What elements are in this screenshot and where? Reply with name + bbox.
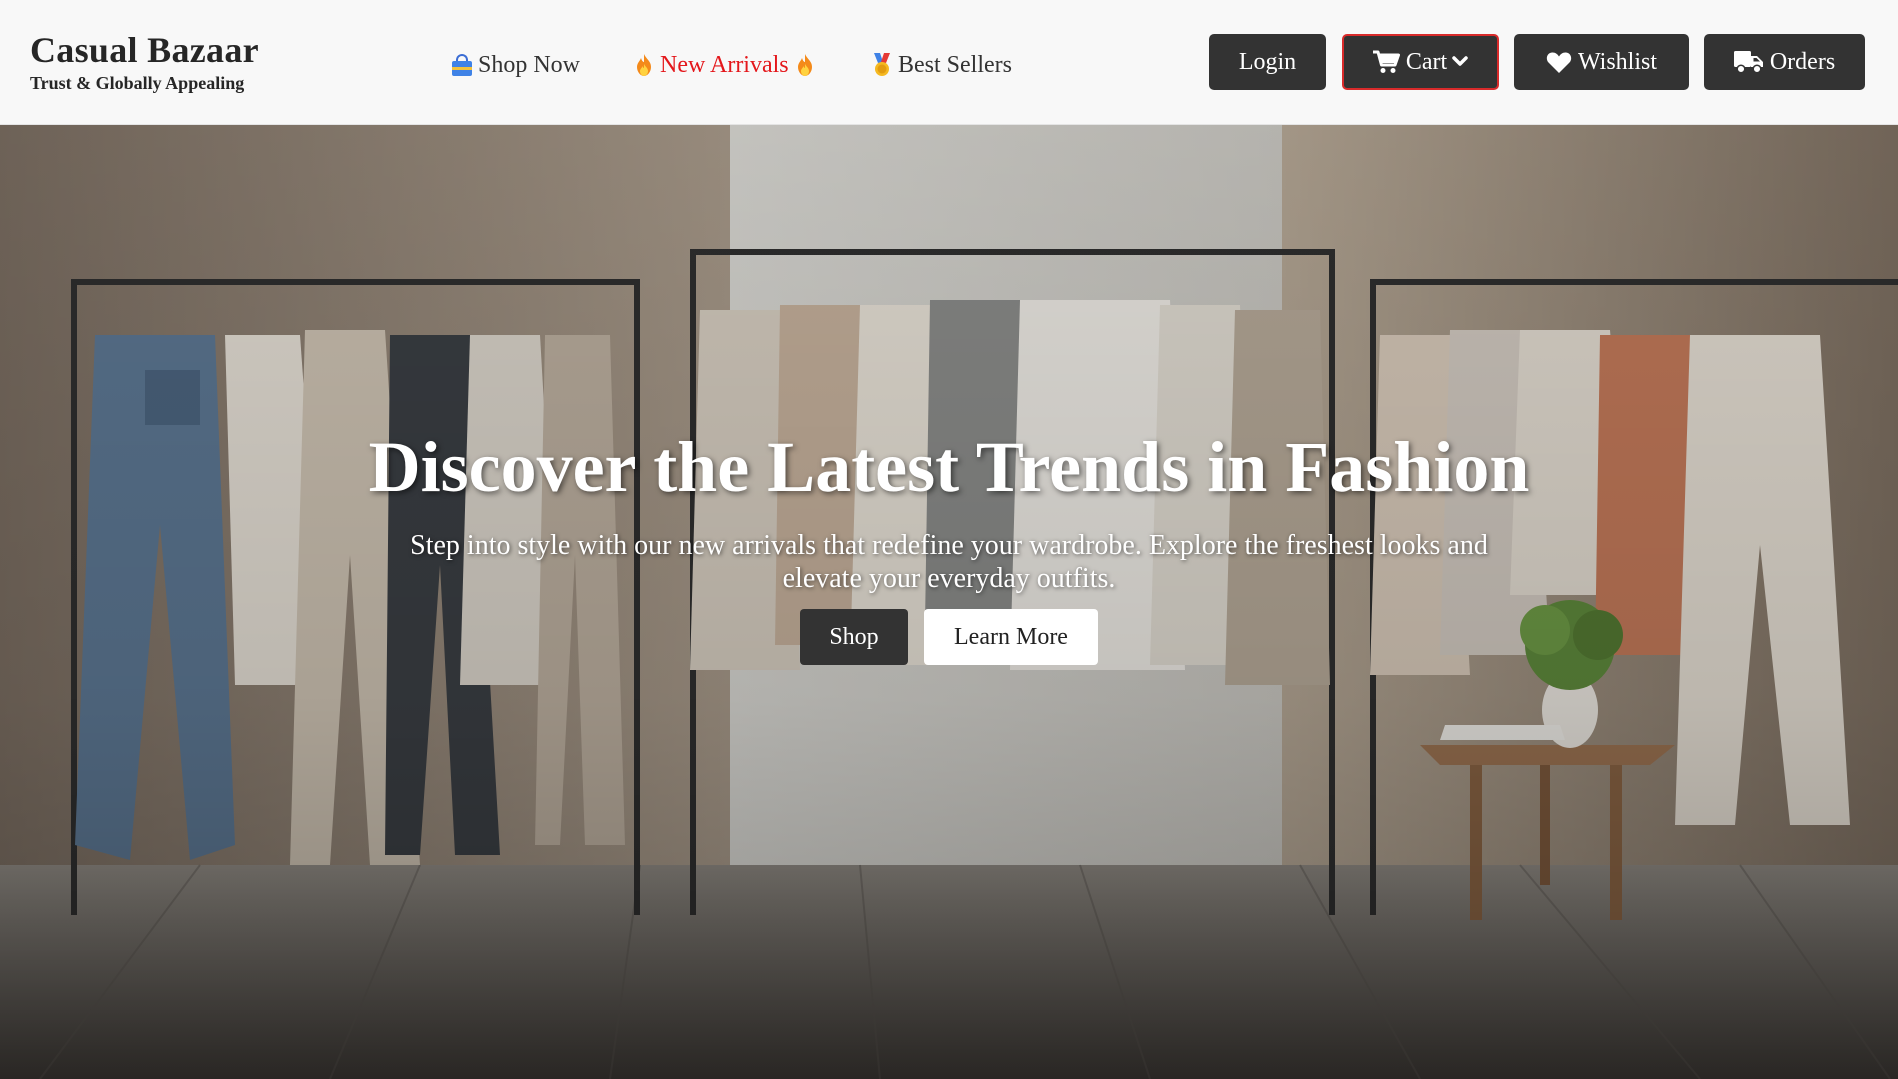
wishlist-button[interactable]: Wishlist [1514, 34, 1689, 90]
cart-label: Cart [1405, 48, 1448, 75]
hero-content: Discover the Latest Trends in Fashion St… [0, 425, 1898, 665]
page: Casual Bazaar Trust & Globally Appealing… [0, 0, 1898, 1079]
nav-new-arrivals-label: New Arrivals [660, 52, 789, 78]
orders-button[interactable]: Orders [1704, 34, 1865, 90]
fire-icon [793, 53, 817, 77]
shopping-bag-icon [450, 53, 474, 77]
cart-button[interactable]: Cart [1342, 34, 1499, 90]
fire-icon [632, 53, 656, 77]
hero-title: Discover the Latest Trends in Fashion [368, 427, 1530, 507]
truck-icon [1733, 50, 1764, 74]
heart-icon [1546, 51, 1572, 74]
shop-button[interactable]: Shop [800, 609, 908, 665]
nav-best-sellers-label: Best Sellers [898, 52, 1012, 78]
wishlist-label: Wishlist [1577, 48, 1658, 75]
login-button[interactable]: Login [1209, 34, 1326, 90]
nav-new-arrivals[interactable]: New Arrivals [632, 48, 817, 82]
login-label: Login [1238, 48, 1297, 75]
hero-banner: Discover the Latest Trends in Fashion St… [0, 125, 1898, 1079]
brand-name[interactable]: Casual Bazaar [30, 30, 259, 70]
learn-more-button[interactable]: Learn More [924, 609, 1098, 665]
hero-subtitle: Step into style with our new arrivals th… [410, 530, 1488, 594]
nav-shop-now[interactable]: Shop Now [450, 48, 580, 82]
cart-icon [1372, 50, 1400, 74]
chevron-down-icon [1452, 56, 1468, 68]
brand[interactable]: Casual Bazaar Trust & Globally Appealing [30, 30, 259, 94]
nav-best-sellers[interactable]: Best Sellers [870, 48, 1012, 82]
site-header: Casual Bazaar Trust & Globally Appealing… [0, 0, 1898, 125]
hero-actions: Shop Learn More [0, 609, 1898, 665]
medal-icon [870, 53, 894, 77]
orders-label: Orders [1769, 48, 1836, 75]
nav-shop-now-label: Shop Now [478, 52, 581, 78]
brand-tagline: Trust & Globally Appealing [30, 73, 245, 93]
